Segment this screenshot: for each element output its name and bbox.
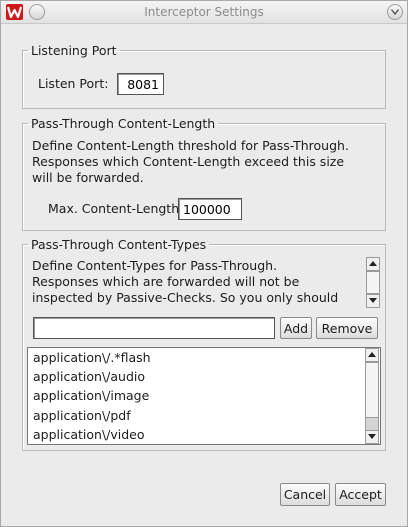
- interceptor-settings-window: Interceptor Settings Listening Port List…: [0, 0, 408, 527]
- list-item[interactable]: application\/audio: [28, 367, 380, 386]
- content-types-list[interactable]: application\/.*flash application\/audio …: [27, 347, 381, 445]
- description-scrollbar[interactable]: [366, 257, 380, 308]
- scrollbar-thumb[interactable]: [366, 362, 378, 418]
- list-item[interactable]: application\/.*flash: [28, 348, 380, 367]
- scroll-up-arrow-icon[interactable]: [366, 349, 378, 362]
- cancel-button[interactable]: Cancel: [280, 483, 330, 506]
- content-types-description: Define Content-Types for Pass-Through. R…: [32, 258, 339, 305]
- content-types-legend: Pass-Through Content-Types: [31, 237, 207, 252]
- max-content-length-label: Max. Content-Length:: [48, 201, 184, 216]
- scroll-down-arrow-icon[interactable]: [366, 430, 378, 443]
- remove-button[interactable]: Remove: [316, 317, 378, 339]
- listen-port-label: Listen Port:: [38, 76, 109, 91]
- title-bar[interactable]: Interceptor Settings: [1, 1, 407, 24]
- max-content-length-input[interactable]: [178, 198, 242, 220]
- listening-port-legend: Listening Port: [31, 43, 117, 58]
- close-button[interactable]: [387, 4, 403, 20]
- list-item[interactable]: application\/image: [28, 386, 380, 405]
- content-types-description-box: Define Content-Types for Pass-Through. R…: [32, 258, 362, 306]
- listen-port-input[interactable]: [117, 73, 164, 95]
- chevron-down-icon: [391, 9, 399, 15]
- list-item[interactable]: application\/pdf: [28, 406, 380, 425]
- scrollbar-thumb[interactable]: [367, 271, 379, 294]
- add-button[interactable]: Add: [280, 317, 312, 339]
- list-scrollbar[interactable]: [365, 348, 379, 444]
- scroll-down-arrow-icon[interactable]: [367, 294, 379, 307]
- list-item[interactable]: application\/video: [28, 425, 380, 444]
- content-length-description: Define Content-Length threshold for Pass…: [32, 138, 349, 185]
- window-title: Interceptor Settings: [144, 5, 264, 19]
- scroll-up-arrow-icon[interactable]: [367, 258, 379, 271]
- content-type-input[interactable]: [33, 317, 275, 339]
- content-length-legend: Pass-Through Content-Length: [31, 116, 216, 131]
- accept-button[interactable]: Accept: [335, 483, 386, 506]
